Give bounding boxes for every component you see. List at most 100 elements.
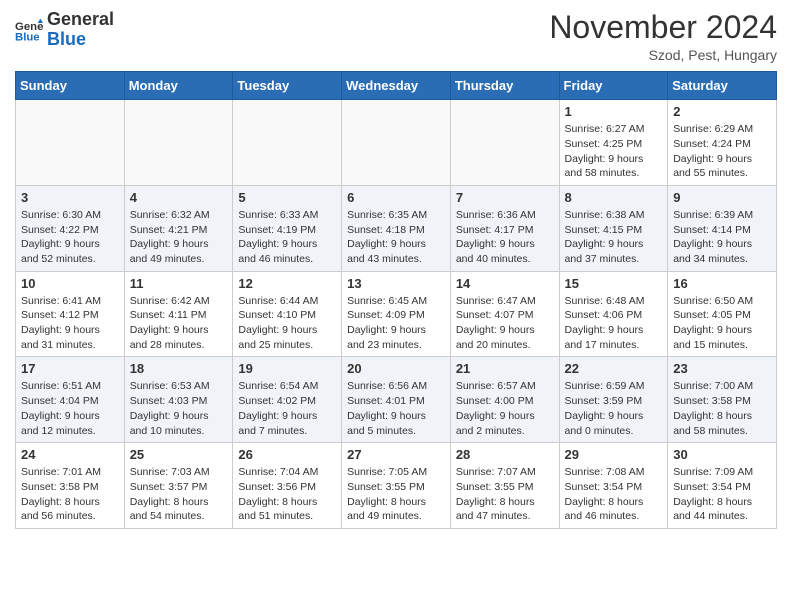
day-info: Sunrise: 6:50 AM Sunset: 4:05 PM Dayligh…	[673, 294, 771, 353]
header: General Blue General Blue November 2024 …	[15, 10, 777, 63]
dow-header: Wednesday	[342, 72, 451, 100]
logo-icon: General Blue	[15, 16, 43, 44]
logo: General Blue General Blue	[15, 10, 114, 50]
day-info: Sunrise: 6:56 AM Sunset: 4:01 PM Dayligh…	[347, 379, 445, 438]
title-block: November 2024 Szod, Pest, Hungary	[549, 10, 777, 63]
calendar-cell: 17 Sunrise: 6:51 AM Sunset: 4:04 PM Dayli…	[16, 357, 125, 443]
calendar-week: 24 Sunrise: 7:01 AM Sunset: 3:58 PM Dayli…	[16, 443, 777, 529]
day-number: 29	[565, 447, 663, 462]
month-title: November 2024	[549, 10, 777, 45]
day-number: 18	[130, 361, 228, 376]
day-number: 7	[456, 190, 554, 205]
svg-text:Blue: Blue	[15, 31, 40, 43]
calendar-cell: 21 Sunrise: 6:57 AM Sunset: 4:00 PM Dayli…	[450, 357, 559, 443]
day-number: 23	[673, 361, 771, 376]
calendar-cell: 10 Sunrise: 6:41 AM Sunset: 4:12 PM Dayli…	[16, 271, 125, 357]
day-info: Sunrise: 6:48 AM Sunset: 4:06 PM Dayligh…	[565, 294, 663, 353]
calendar-cell: 28Sunrise: 7:07 AM Sunset: 3:55 PM Dayli…	[450, 443, 559, 529]
calendar-cell	[16, 100, 125, 186]
calendar-week: 17 Sunrise: 6:51 AM Sunset: 4:04 PM Dayli…	[16, 357, 777, 443]
calendar-week: 1Sunrise: 6:27 AM Sunset: 4:25 PM Daylig…	[16, 100, 777, 186]
day-info: Sunrise: 6:57 AM Sunset: 4:00 PM Dayligh…	[456, 379, 554, 438]
calendar-cell: 6 Sunrise: 6:35 AM Sunset: 4:18 PM Daylig…	[342, 185, 451, 271]
calendar-cell	[342, 100, 451, 186]
dow-header: Tuesday	[233, 72, 342, 100]
dow-header: Saturday	[668, 72, 777, 100]
dow-header: Friday	[559, 72, 668, 100]
day-info: Sunrise: 6:47 AM Sunset: 4:07 PM Dayligh…	[456, 294, 554, 353]
day-info: Sunrise: 6:44 AM Sunset: 4:10 PM Dayligh…	[238, 294, 336, 353]
calendar-cell: 5 Sunrise: 6:33 AM Sunset: 4:19 PM Daylig…	[233, 185, 342, 271]
day-number: 2	[673, 104, 771, 119]
day-info: Sunrise: 6:53 AM Sunset: 4:03 PM Dayligh…	[130, 379, 228, 438]
day-number: 8	[565, 190, 663, 205]
day-number: 3	[21, 190, 119, 205]
day-info: Sunrise: 6:32 AM Sunset: 4:21 PM Dayligh…	[130, 208, 228, 267]
calendar-week: 3Sunrise: 6:30 AM Sunset: 4:22 PM Daylig…	[16, 185, 777, 271]
day-number: 19	[238, 361, 336, 376]
day-number: 21	[456, 361, 554, 376]
day-number: 13	[347, 276, 445, 291]
dow-header: Sunday	[16, 72, 125, 100]
calendar-cell: 26 Sunrise: 7:04 AM Sunset: 3:56 PM Dayli…	[233, 443, 342, 529]
day-info: Sunrise: 6:29 AM Sunset: 4:24 PM Dayligh…	[673, 122, 771, 181]
calendar: SundayMondayTuesdayWednesdayThursdayFrid…	[15, 71, 777, 529]
dow-header: Monday	[124, 72, 233, 100]
day-info: Sunrise: 7:08 AM Sunset: 3:54 PM Dayligh…	[565, 465, 663, 524]
day-info: Sunrise: 7:03 AM Sunset: 3:57 PM Dayligh…	[130, 465, 228, 524]
dow-header: Thursday	[450, 72, 559, 100]
day-info: Sunrise: 6:45 AM Sunset: 4:09 PM Dayligh…	[347, 294, 445, 353]
day-number: 10	[21, 276, 119, 291]
days-of-week-row: SundayMondayTuesdayWednesdayThursdayFrid…	[16, 72, 777, 100]
calendar-cell: 23 Sunrise: 7:00 AM Sunset: 3:58 PM Dayli…	[668, 357, 777, 443]
calendar-cell: 11 Sunrise: 6:42 AM Sunset: 4:11 PM Dayli…	[124, 271, 233, 357]
day-number: 28	[456, 447, 554, 462]
calendar-body: 1Sunrise: 6:27 AM Sunset: 4:25 PM Daylig…	[16, 100, 777, 529]
calendar-cell: 13 Sunrise: 6:45 AM Sunset: 4:09 PM Dayli…	[342, 271, 451, 357]
day-info: Sunrise: 6:38 AM Sunset: 4:15 PM Dayligh…	[565, 208, 663, 267]
day-info: Sunrise: 6:35 AM Sunset: 4:18 PM Dayligh…	[347, 208, 445, 267]
day-number: 15	[565, 276, 663, 291]
day-info: Sunrise: 6:33 AM Sunset: 4:19 PM Dayligh…	[238, 208, 336, 267]
calendar-cell: 22Sunrise: 6:59 AM Sunset: 3:59 PM Dayli…	[559, 357, 668, 443]
day-number: 26	[238, 447, 336, 462]
calendar-cell: 24 Sunrise: 7:01 AM Sunset: 3:58 PM Dayli…	[16, 443, 125, 529]
day-info: Sunrise: 7:01 AM Sunset: 3:58 PM Dayligh…	[21, 465, 119, 524]
logo-blue: Blue	[47, 29, 86, 49]
day-info: Sunrise: 6:42 AM Sunset: 4:11 PM Dayligh…	[130, 294, 228, 353]
day-info: Sunrise: 7:04 AM Sunset: 3:56 PM Dayligh…	[238, 465, 336, 524]
logo-general: General	[47, 9, 114, 29]
day-info: Sunrise: 6:39 AM Sunset: 4:14 PM Dayligh…	[673, 208, 771, 267]
day-info: Sunrise: 6:51 AM Sunset: 4:04 PM Dayligh…	[21, 379, 119, 438]
day-info: Sunrise: 6:27 AM Sunset: 4:25 PM Dayligh…	[565, 122, 663, 181]
calendar-cell: 15 Sunrise: 6:48 AM Sunset: 4:06 PM Dayli…	[559, 271, 668, 357]
day-info: Sunrise: 7:00 AM Sunset: 3:58 PM Dayligh…	[673, 379, 771, 438]
calendar-cell: 4Sunrise: 6:32 AM Sunset: 4:21 PM Daylig…	[124, 185, 233, 271]
calendar-cell: 9 Sunrise: 6:39 AM Sunset: 4:14 PM Daylig…	[668, 185, 777, 271]
calendar-cell	[233, 100, 342, 186]
calendar-cell	[124, 100, 233, 186]
day-info: Sunrise: 6:41 AM Sunset: 4:12 PM Dayligh…	[21, 294, 119, 353]
day-number: 16	[673, 276, 771, 291]
logo-text: General Blue	[47, 10, 114, 50]
calendar-cell	[450, 100, 559, 186]
day-number: 12	[238, 276, 336, 291]
calendar-cell: 30Sunrise: 7:09 AM Sunset: 3:54 PM Dayli…	[668, 443, 777, 529]
calendar-cell: 20Sunrise: 6:56 AM Sunset: 4:01 PM Dayli…	[342, 357, 451, 443]
day-number: 6	[347, 190, 445, 205]
day-number: 5	[238, 190, 336, 205]
location: Szod, Pest, Hungary	[549, 47, 777, 63]
day-info: Sunrise: 6:54 AM Sunset: 4:02 PM Dayligh…	[238, 379, 336, 438]
day-number: 9	[673, 190, 771, 205]
calendar-cell: 27 Sunrise: 7:05 AM Sunset: 3:55 PM Dayli…	[342, 443, 451, 529]
day-number: 14	[456, 276, 554, 291]
day-info: Sunrise: 7:09 AM Sunset: 3:54 PM Dayligh…	[673, 465, 771, 524]
day-number: 24	[21, 447, 119, 462]
calendar-cell: 25Sunrise: 7:03 AM Sunset: 3:57 PM Dayli…	[124, 443, 233, 529]
day-info: Sunrise: 7:05 AM Sunset: 3:55 PM Dayligh…	[347, 465, 445, 524]
calendar-cell: 8 Sunrise: 6:38 AM Sunset: 4:15 PM Daylig…	[559, 185, 668, 271]
calendar-cell: 18 Sunrise: 6:53 AM Sunset: 4:03 PM Dayli…	[124, 357, 233, 443]
day-number: 17	[21, 361, 119, 376]
day-number: 27	[347, 447, 445, 462]
day-number: 11	[130, 276, 228, 291]
